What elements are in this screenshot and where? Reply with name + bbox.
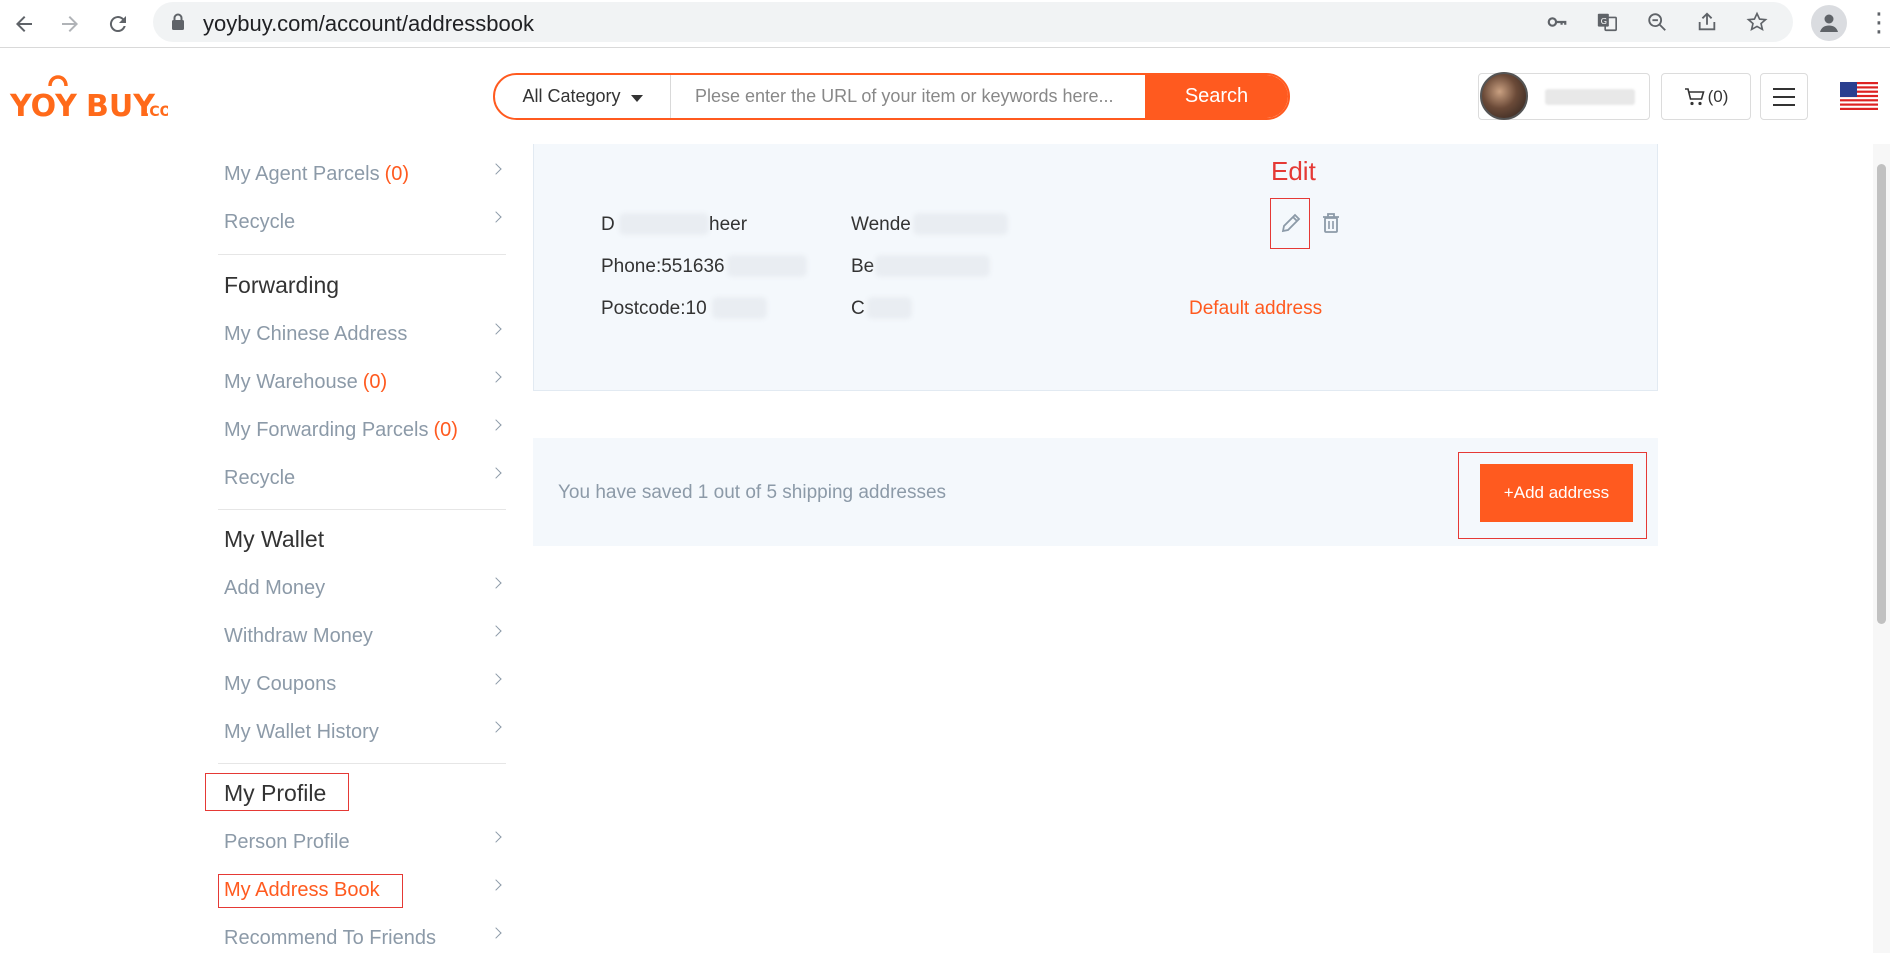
- reload-icon[interactable]: [100, 6, 136, 42]
- browser-toolbar: yoybuy.com/account/addressbook G ⋮: [0, 0, 1890, 48]
- redacted-patch: [727, 255, 807, 277]
- zoom-out-icon[interactable]: [1643, 8, 1671, 36]
- edit-annotation-label: Edit: [1271, 156, 1316, 186]
- sidebar-divider: [218, 509, 506, 510]
- address-phone: Phone:551636: [601, 256, 725, 277]
- sidebar-item-count: (0): [384, 162, 410, 185]
- chevron-right-icon: [490, 927, 502, 939]
- redacted-patch: [875, 255, 990, 277]
- sidebar-item-person-profile[interactable]: Person Profile: [224, 824, 506, 860]
- sidebar-item-recommend-to-friends[interactable]: Recommend To Friends: [224, 920, 506, 956]
- forward-icon[interactable]: [52, 6, 88, 42]
- sidebar-item-my-forwarding-parcels[interactable]: My Forwarding Parcels (0): [224, 412, 506, 448]
- browser-menu-icon[interactable]: ⋮: [1866, 8, 1890, 36]
- search-input[interactable]: [671, 75, 1145, 118]
- sidebar-item-label: My Warehouse: [224, 370, 358, 393]
- address-postcode: Postcode:10: [601, 298, 707, 319]
- cart-button[interactable]: (0): [1661, 73, 1751, 120]
- bookmark-star-icon[interactable]: [1743, 8, 1771, 36]
- default-address-label: Default address: [1189, 298, 1323, 319]
- sidebar-item-label: Add Money: [224, 576, 326, 599]
- sidebar-item-label: Recommend To Friends: [224, 926, 436, 949]
- add-address-button[interactable]: +Add address: [1480, 464, 1633, 522]
- sidebar-item-label: My Wallet History: [224, 720, 379, 743]
- cart-count: (0): [1707, 86, 1729, 106]
- search-bar: All Category Search: [493, 73, 1290, 120]
- sidebar-item-label: My Chinese Address: [224, 322, 408, 345]
- category-select[interactable]: All Category: [495, 75, 671, 118]
- annotation-frame-my-address-book: [218, 874, 403, 908]
- key-icon[interactable]: [1543, 8, 1571, 36]
- chevron-right-icon: [490, 419, 502, 431]
- back-icon[interactable]: [6, 6, 42, 42]
- address-name-start: D: [601, 214, 615, 235]
- chevron-right-icon: [490, 467, 502, 479]
- user-name-redacted: [1545, 89, 1635, 105]
- sidebar-divider: [218, 254, 506, 255]
- lock-icon: [172, 13, 184, 30]
- us-flag-icon[interactable]: [1840, 82, 1878, 110]
- translate-icon[interactable]: G: [1593, 8, 1621, 36]
- chevron-right-icon: [490, 211, 502, 223]
- chevron-right-icon: [490, 879, 502, 891]
- pencil-edit-icon[interactable]: [1279, 211, 1303, 235]
- address-bar[interactable]: yoybuy.com/account/addressbook G: [153, 2, 1793, 42]
- address-line-2: Be: [851, 256, 875, 277]
- sidebar-item-withdraw-money[interactable]: Withdraw Money: [224, 618, 506, 654]
- chevron-right-icon: [490, 721, 502, 733]
- sidebar-item-my-agent-parcels[interactable]: My Agent Parcels (0): [224, 156, 506, 192]
- chevron-right-icon: [490, 163, 502, 175]
- chevron-right-icon: [490, 625, 502, 637]
- sidebar-item-recycle[interactable]: Recycle: [224, 204, 506, 240]
- sidebar-item-label: My Coupons: [224, 672, 337, 695]
- sidebar-item-label: Recycle: [224, 466, 296, 489]
- sidebar-item-add-money[interactable]: Add Money: [224, 570, 506, 606]
- chevron-right-icon: [490, 577, 502, 589]
- saved-addresses-message: You have saved 1 out of 5 shipping addre…: [558, 482, 947, 503]
- redacted-patch: [867, 297, 912, 319]
- chevron-right-icon: [490, 323, 502, 335]
- sidebar-item-label: My Forwarding Parcels: [224, 418, 429, 441]
- sidebar-divider: [218, 763, 506, 764]
- redacted-patch: [913, 213, 1008, 235]
- sidebar-heading-my-wallet: My Wallet: [224, 526, 325, 552]
- sidebar-item-count: (0): [362, 370, 388, 393]
- browser-profile-icon[interactable]: [1811, 5, 1847, 41]
- yoybuy-logo[interactable]: YOY BUY .COM: [8, 72, 168, 128]
- caret-down-icon: [630, 94, 643, 102]
- search-button[interactable]: Search: [1145, 75, 1288, 118]
- svg-text:YOY: YOY: [9, 89, 78, 124]
- sidebar-item-label: My Agent Parcels: [224, 162, 380, 185]
- sidebar-item-label: Recycle: [224, 210, 296, 233]
- page-scrollbar-thumb[interactable]: [1877, 164, 1886, 624]
- redacted-patch: [712, 297, 767, 319]
- sidebar-item-my-coupons[interactable]: My Coupons: [224, 666, 506, 702]
- hamburger-menu-icon[interactable]: [1760, 73, 1808, 120]
- address-name-end: heer: [709, 214, 748, 235]
- url-text: yoybuy.com/account/addressbook: [203, 11, 534, 36]
- sidebar-item-my-wallet-history[interactable]: My Wallet History: [224, 714, 506, 750]
- address-line-1: Wende: [851, 214, 911, 235]
- trash-delete-icon[interactable]: [1320, 211, 1342, 235]
- annotation-frame-my-profile: [205, 773, 349, 811]
- sidebar-heading-forwarding: Forwarding: [224, 272, 340, 298]
- chevron-right-icon: [490, 831, 502, 843]
- sidebar-item-label: Person Profile: [224, 830, 350, 853]
- address-line-3: C: [851, 298, 865, 319]
- svg-text:.COM: .COM: [144, 104, 168, 120]
- sidebar-item-label: Withdraw Money: [224, 624, 373, 647]
- sidebar-item-my-chinese-address[interactable]: My Chinese Address: [224, 316, 506, 352]
- user-avatar[interactable]: [1480, 72, 1528, 120]
- redacted-patch: [619, 213, 709, 235]
- sidebar-item-count: (0): [433, 418, 458, 441]
- cart-icon: [1684, 87, 1705, 105]
- share-icon[interactable]: [1693, 8, 1721, 36]
- category-label: All Category: [522, 86, 621, 106]
- chevron-right-icon: [490, 371, 502, 383]
- chevron-right-icon: [490, 673, 502, 685]
- sidebar-item-forwarding-recycle[interactable]: Recycle: [224, 460, 506, 496]
- svg-text:G: G: [1601, 16, 1607, 26]
- sidebar-item-my-warehouse[interactable]: My Warehouse (0): [224, 364, 506, 400]
